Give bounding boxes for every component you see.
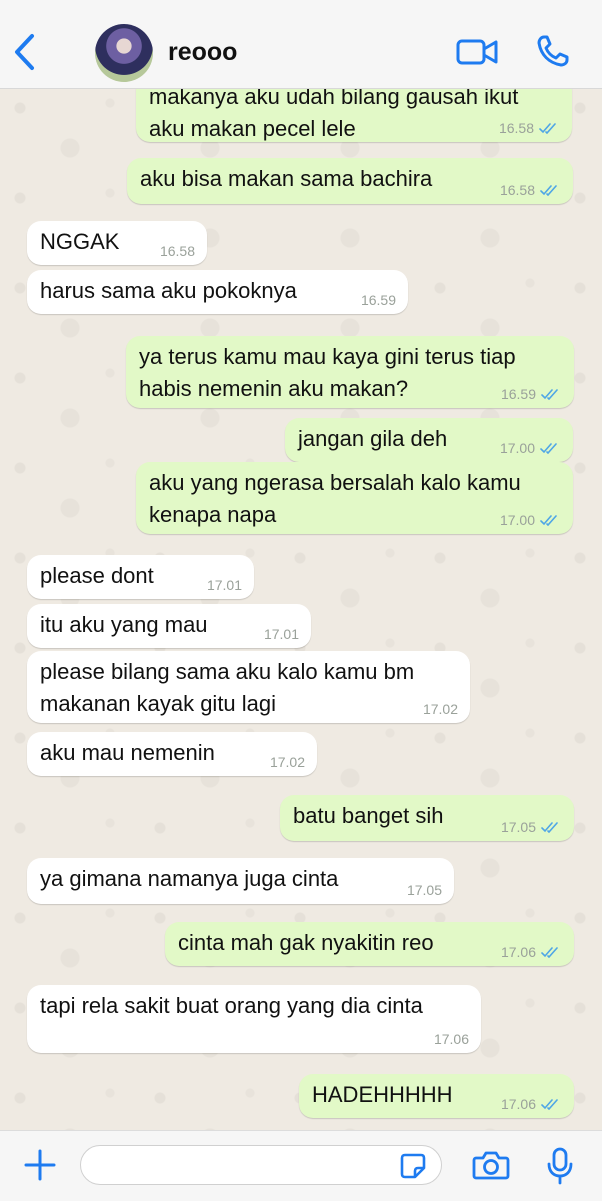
sent-message[interactable]: cinta mah gak nyakitin reo 17.06 <box>165 922 574 966</box>
message-text: aku bisa makan sama bachira <box>140 166 433 191</box>
message-text: makanya aku udah bilang gausah ikut aku … <box>149 88 519 141</box>
message-list[interactable]: makanya aku udah bilang gausah ikut aku … <box>0 88 602 1130</box>
sticker-icon[interactable] <box>400 1153 426 1179</box>
received-message[interactable]: aku mau nemenin 17.02 <box>27 732 317 776</box>
message-time: 17.05 <box>406 882 442 898</box>
video-camera-icon[interactable] <box>456 37 498 67</box>
sent-message[interactable]: aku bisa makan sama bachira 16.58 <box>127 158 573 204</box>
read-receipt-icon <box>539 123 556 134</box>
sent-message[interactable]: jangan gila deh 17.00 <box>285 418 573 462</box>
plus-icon[interactable] <box>24 1149 56 1181</box>
message-text: ya terus kamu mau kaya gini terus tiap h… <box>139 344 516 401</box>
camera-icon[interactable] <box>472 1149 510 1181</box>
message-text: please bilang sama aku kalo kamu bm maka… <box>40 659 415 716</box>
message-time: 17.06 <box>500 1096 536 1112</box>
sent-message[interactable]: ya terus kamu mau kaya gini terus tiap h… <box>126 336 574 408</box>
microphone-icon[interactable] <box>546 1147 574 1185</box>
message-time: 17.02 <box>422 701 458 717</box>
received-message[interactable]: ya gimana namanya juga cinta 17.05 <box>27 858 454 904</box>
message-text: jangan gila deh <box>298 426 448 451</box>
message-time: 16.59 <box>500 386 536 402</box>
sent-message[interactable]: makanya aku udah bilang gausah ikut aku … <box>136 88 572 142</box>
received-message[interactable]: itu aku yang mau 17.01 <box>27 604 311 648</box>
read-receipt-icon <box>541 389 558 400</box>
message-text: harus sama aku pokoknya <box>40 278 297 303</box>
message-text: please dont <box>40 563 154 588</box>
message-time: 17.02 <box>269 754 305 770</box>
message-time: 17.00 <box>499 440 535 456</box>
message-time: 16.58 <box>159 243 195 259</box>
message-input[interactable] <box>80 1145 442 1185</box>
read-receipt-icon <box>541 822 558 833</box>
message-time: 17.01 <box>263 626 299 642</box>
back-chevron-icon[interactable] <box>12 32 38 72</box>
read-receipt-icon <box>541 1099 558 1110</box>
sent-message[interactable]: batu banget sih 17.05 <box>280 795 574 841</box>
read-receipt-icon <box>541 947 558 958</box>
message-text: batu banget sih <box>293 803 444 828</box>
message-text: aku mau nemenin <box>40 740 215 765</box>
received-message[interactable]: please bilang sama aku kalo kamu bm maka… <box>27 651 470 723</box>
message-time: 17.01 <box>206 577 242 593</box>
message-time: 16.58 <box>499 182 535 198</box>
received-message[interactable]: please dont 17.01 <box>27 555 254 599</box>
message-time: 17.06 <box>500 944 536 960</box>
message-text: ya gimana namanya juga cinta <box>40 866 339 891</box>
message-text: tapi rela sakit buat orang yang dia cint… <box>40 993 423 1018</box>
composer-bar <box>0 1130 602 1201</box>
message-time: 16.58 <box>498 120 534 136</box>
contact-name[interactable]: reooo <box>168 38 237 67</box>
received-message[interactable]: harus sama aku pokoknya 16.59 <box>27 270 408 314</box>
received-message[interactable]: tapi rela sakit buat orang yang dia cint… <box>27 985 481 1053</box>
message-time: 17.05 <box>500 819 536 835</box>
message-time: 17.06 <box>433 1031 469 1047</box>
received-message[interactable]: NGGAK 16.58 <box>27 221 207 265</box>
message-text: aku yang ngerasa bersalah kalo kamu kena… <box>149 470 521 527</box>
read-receipt-icon <box>540 515 557 526</box>
message-time: 17.00 <box>499 512 535 528</box>
message-time: 16.59 <box>360 292 396 308</box>
avatar[interactable] <box>95 24 153 82</box>
message-text: HADEHHHHH <box>312 1082 453 1107</box>
sent-message[interactable]: HADEHHHHH 17.06 <box>299 1074 574 1118</box>
message-text: NGGAK <box>40 229 120 254</box>
read-receipt-icon <box>540 185 557 196</box>
sent-message[interactable]: aku yang ngerasa bersalah kalo kamu kena… <box>136 462 573 534</box>
phone-icon[interactable] <box>536 34 570 68</box>
message-text: itu aku yang mau <box>40 612 208 637</box>
message-text: cinta mah gak nyakitin reo <box>178 930 434 955</box>
chat-header: reooo <box>0 0 602 89</box>
read-receipt-icon <box>540 443 557 454</box>
